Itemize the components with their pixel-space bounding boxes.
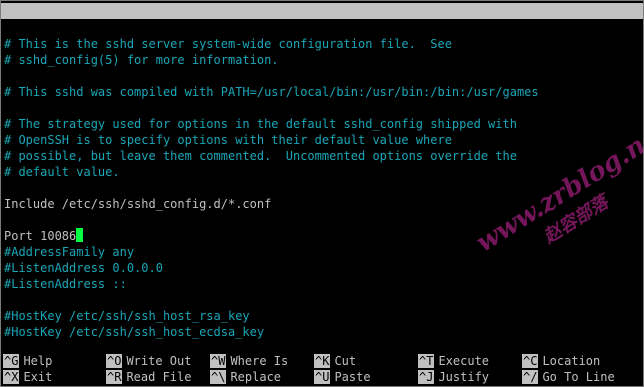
editor-line[interactable]: # default value. xyxy=(4,164,643,180)
comment-text: #AddressFamily any xyxy=(4,245,135,259)
shortcut-label: Read File xyxy=(126,370,192,384)
terminal-window: GNU nano 7.2 /etc/ssh/sshd_config * # Th… xyxy=(0,0,644,387)
shortcut-key: ^R xyxy=(106,370,123,384)
shortcut-key: ^K xyxy=(314,354,331,368)
comment-text: #ListenAddress :: xyxy=(4,277,127,291)
shortcut-label: Cut xyxy=(334,354,357,368)
shortcut-paste[interactable]: ^U Paste xyxy=(314,369,371,385)
editor-line[interactable]: # OpenSSH is to specify options with the… xyxy=(4,132,643,148)
editor-line[interactable] xyxy=(4,100,643,116)
shortcut-label: Paste xyxy=(334,370,371,384)
editor-line[interactable]: Port 10086 xyxy=(4,228,643,244)
shortcut-label: Execute xyxy=(438,354,490,368)
editor-line[interactable] xyxy=(4,180,643,196)
shortcut-bar: ^G Help ^O Write Out ^W Where Is ^K Cut ^T Execut… xyxy=(1,353,643,386)
editor-line[interactable]: #HostKey /etc/ssh/ssh_host_rsa_key xyxy=(4,308,643,324)
editor-line[interactable]: # The strategy used for options in the d… xyxy=(4,116,643,132)
comment-text: #ListenAddress 0.0.0.0 xyxy=(4,261,163,275)
shortcut-replace[interactable]: ^\ Replace xyxy=(210,369,281,385)
comment-text: # possible, but leave them commented. Un… xyxy=(4,149,517,163)
shortcut-go-to-line[interactable]: ^/Go To Line xyxy=(522,369,615,385)
editor-line[interactable]: # This is the sshd server system-wide co… xyxy=(4,36,643,52)
shortcut-label: Exit xyxy=(23,370,53,384)
shortcut-cut[interactable]: ^K Cut xyxy=(314,353,356,369)
editor-line[interactable] xyxy=(4,292,643,308)
nano-title-bar: GNU nano 7.2 /etc/ssh/sshd_config * xyxy=(1,3,643,66)
editor-line[interactable]: # This sshd was compiled with PATH=/usr/… xyxy=(4,84,643,100)
editor-line[interactable]: # possible, but leave them commented. Un… xyxy=(4,148,643,164)
shortcut-location[interactable]: ^C Location xyxy=(522,353,600,369)
shortcut-where-is[interactable]: ^W Where Is xyxy=(210,353,288,369)
shortcut-label: Write Out xyxy=(126,354,192,368)
editor-line[interactable]: Include /etc/ssh/sshd_config.d/*.conf xyxy=(4,196,643,212)
shortcut-key: ^G xyxy=(3,354,20,368)
shortcut-key: ^T xyxy=(418,354,435,368)
shortcut-label: Justify xyxy=(438,370,490,384)
shortcut-label: Replace xyxy=(230,370,282,384)
shortcut-label: Help xyxy=(23,354,53,368)
shortcut-label: Location xyxy=(542,354,601,368)
comment-text: # default value. xyxy=(4,165,120,179)
shortcut-key: ^W xyxy=(210,354,227,368)
editor-line[interactable]: #AddressFamily any xyxy=(4,244,643,260)
editor-buffer[interactable]: # This is the sshd server system-wide co… xyxy=(4,36,643,340)
config-text: Include /etc/ssh/sshd_config.d/*.conf xyxy=(4,197,272,211)
shortcut-justify[interactable]: ^J Justify xyxy=(418,369,489,385)
text-cursor xyxy=(76,228,84,242)
shortcut-help[interactable]: ^G Help xyxy=(3,353,52,369)
shortcut-key: ^J xyxy=(418,370,435,384)
comment-text: #HostKey /etc/ssh/ssh_host_rsa_key xyxy=(4,309,250,323)
editor-line[interactable] xyxy=(4,68,643,84)
shortcut-write-out[interactable]: ^O Write Out xyxy=(106,353,191,369)
editor-line[interactable]: #ListenAddress 0.0.0.0 xyxy=(4,260,643,276)
shortcut-execute[interactable]: ^T Execute xyxy=(418,353,489,369)
editor-line[interactable]: #HostKey /etc/ssh/ssh_host_ecdsa_key xyxy=(4,324,643,340)
shortcut-key: ^C xyxy=(522,354,539,368)
shortcut-key: ^O xyxy=(106,354,123,368)
comment-text: # The strategy used for options in the d… xyxy=(4,117,517,131)
app-name: GNU nano 7.2 xyxy=(17,20,104,34)
editor-line[interactable]: #ListenAddress :: xyxy=(4,276,643,292)
editor-line[interactable]: # sshd_config(5) for more information. xyxy=(4,52,643,68)
shortcut-key: ^\ xyxy=(210,370,227,384)
comment-text: # sshd_config(5) for more information. xyxy=(4,53,279,67)
shortcut-key: ^U xyxy=(314,370,331,384)
shortcut-label: Go To Line xyxy=(542,370,615,384)
comment-text: # OpenSSH is to specify options with the… xyxy=(4,133,452,147)
config-text: Port 10086 xyxy=(4,229,77,243)
shortcut-exit[interactable]: ^X Exit xyxy=(3,369,52,385)
shortcut-key: ^/ xyxy=(522,370,539,384)
shortcut-label: Where Is xyxy=(230,354,289,368)
shortcut-read-file[interactable]: ^R Read File xyxy=(106,369,191,385)
comment-text: # This sshd was compiled with PATH=/usr/… xyxy=(4,85,539,99)
editor-line[interactable] xyxy=(4,212,643,228)
comment-text: # This is the sshd server system-wide co… xyxy=(4,37,452,51)
comment-text: #HostKey /etc/ssh/ssh_host_ecdsa_key xyxy=(4,325,265,339)
shortcut-key: ^X xyxy=(3,370,20,384)
